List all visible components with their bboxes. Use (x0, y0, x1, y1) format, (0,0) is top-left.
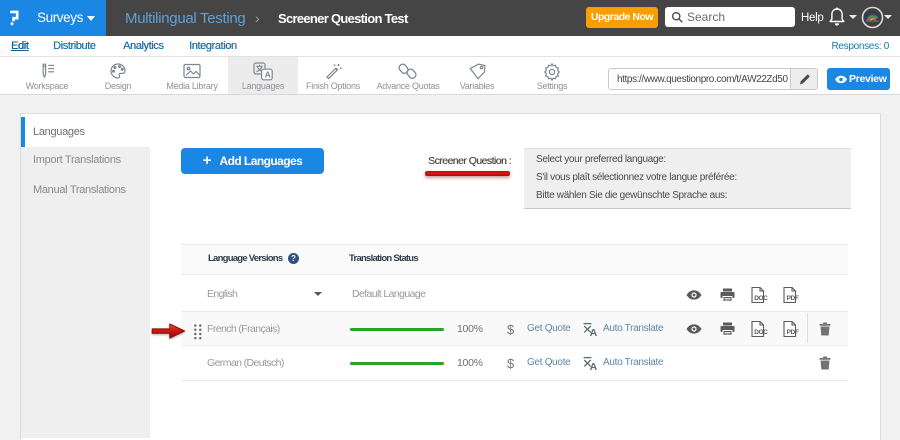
svg-text:A: A (265, 70, 271, 80)
svg-text:DOC: DOC (754, 295, 768, 302)
svg-text:DOC: DOC (754, 329, 768, 336)
svg-text:PDF: PDF (787, 329, 799, 336)
svg-text:A: A (590, 327, 598, 337)
svg-text:A: A (590, 361, 598, 371)
svg-text:PDF: PDF (787, 295, 799, 302)
